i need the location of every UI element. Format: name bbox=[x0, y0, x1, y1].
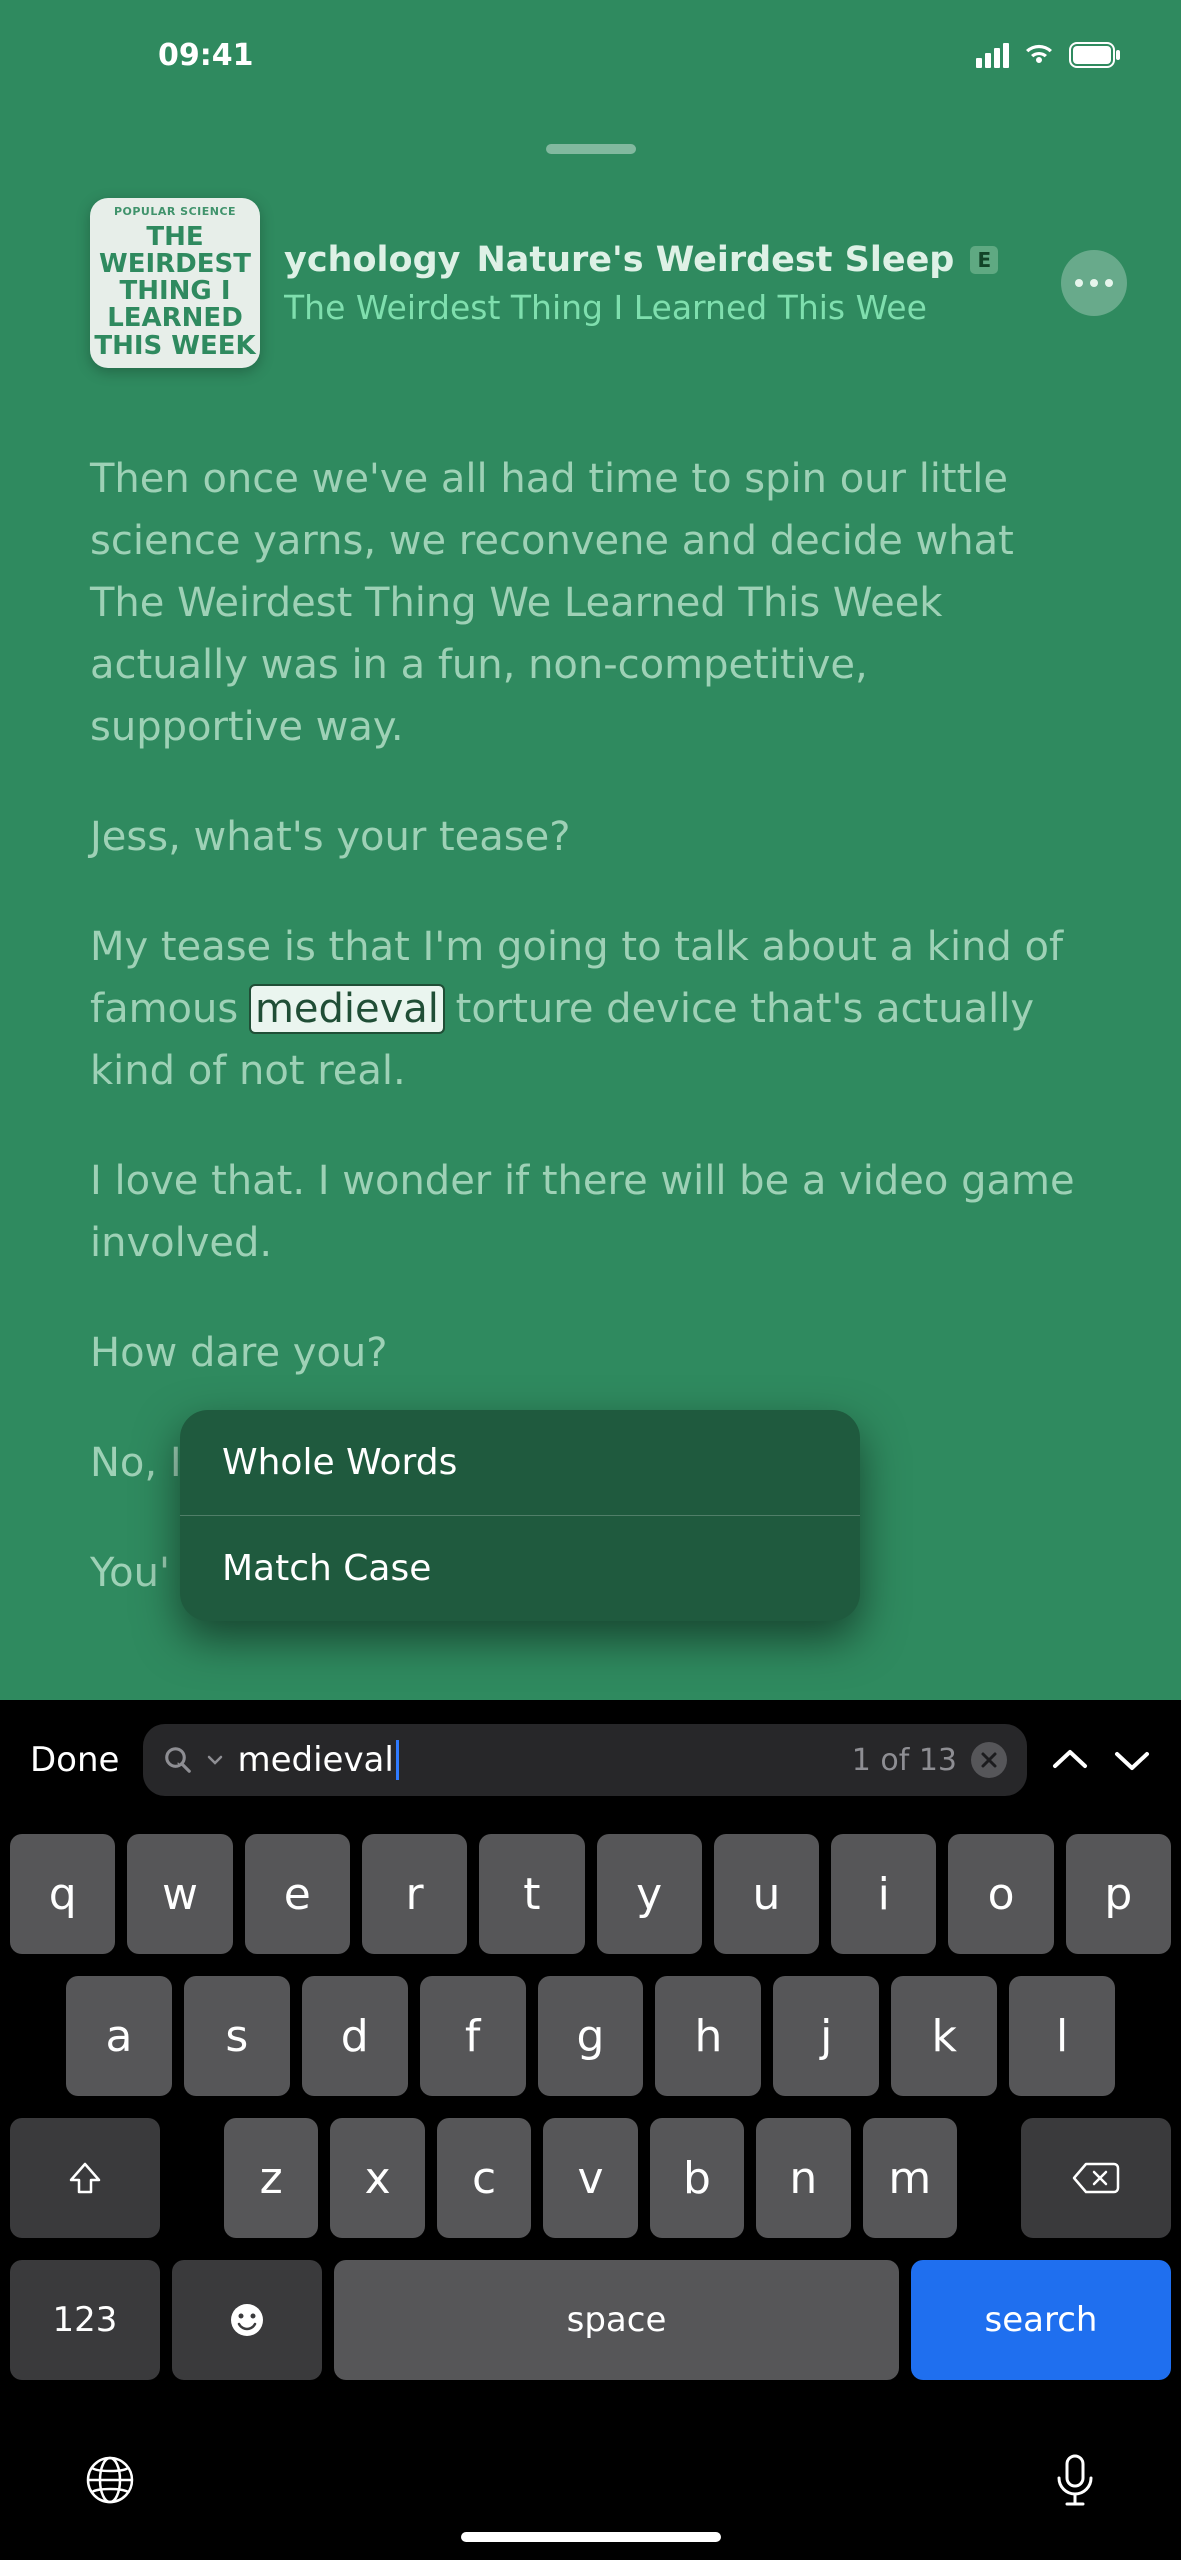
match-case-option[interactable]: Match Case bbox=[180, 1516, 860, 1621]
status-bar: 09:41 bbox=[0, 0, 1181, 110]
find-bar: Done medieval 1 of 13 bbox=[0, 1700, 1181, 1820]
next-match-button[interactable] bbox=[1113, 1746, 1151, 1774]
key-d[interactable]: d bbox=[302, 1976, 408, 2096]
sheet-grabber[interactable] bbox=[546, 144, 636, 154]
transcript-paragraph[interactable]: Then once we've all had time to spin our… bbox=[90, 448, 1091, 758]
podcast-artwork[interactable]: POPULAR SCIENCE THE WEIRDEST THING I LEA… bbox=[90, 198, 260, 368]
backspace-key[interactable] bbox=[1021, 2118, 1171, 2238]
artwork-text: THIS WEEK bbox=[94, 333, 255, 360]
text-caret bbox=[396, 1740, 399, 1780]
artwork-text: LEARNED bbox=[107, 305, 243, 332]
dictation-key[interactable] bbox=[1053, 2452, 1097, 2512]
key-b[interactable]: b bbox=[650, 2118, 744, 2238]
transcript-paragraph[interactable]: My tease is that I'm going to talk about… bbox=[90, 916, 1091, 1102]
artwork-text: POPULAR SCIENCE bbox=[114, 206, 236, 218]
artwork-text: WEIRDEST bbox=[99, 251, 251, 278]
key-c[interactable]: c bbox=[437, 2118, 531, 2238]
search-key[interactable]: search bbox=[911, 2260, 1171, 2380]
cellular-signal-icon bbox=[976, 43, 1009, 68]
episode-title-part: Nature's Weirdest Sleep bbox=[476, 240, 954, 280]
prev-match-button[interactable] bbox=[1051, 1746, 1089, 1774]
search-icon[interactable] bbox=[163, 1745, 193, 1775]
keyboard: qwertyuiop asdfghjkl zxcvbnm 123 space s… bbox=[0, 1820, 1181, 2422]
clear-search-button[interactable] bbox=[971, 1742, 1007, 1778]
more-options-button[interactable] bbox=[1061, 250, 1127, 316]
shift-key[interactable] bbox=[10, 2118, 160, 2238]
battery-icon bbox=[1069, 42, 1121, 68]
key-j[interactable]: j bbox=[773, 1976, 879, 2096]
key-h[interactable]: h bbox=[655, 1976, 761, 2096]
done-button[interactable]: Done bbox=[30, 1740, 119, 1780]
key-x[interactable]: x bbox=[330, 2118, 424, 2238]
key-f[interactable]: f bbox=[420, 1976, 526, 2096]
key-r[interactable]: r bbox=[362, 1834, 467, 1954]
key-p[interactable]: p bbox=[1066, 1834, 1171, 1954]
explicit-badge: E bbox=[970, 246, 998, 274]
key-o[interactable]: o bbox=[948, 1834, 1053, 1954]
chevron-down-icon[interactable] bbox=[207, 1751, 223, 1770]
whole-words-option[interactable]: Whole Words bbox=[180, 1410, 860, 1515]
key-a[interactable]: a bbox=[66, 1976, 172, 2096]
key-v[interactable]: v bbox=[543, 2118, 637, 2238]
key-e[interactable]: e bbox=[245, 1834, 350, 1954]
key-s[interactable]: s bbox=[184, 1976, 290, 2096]
match-count: 1 of 13 bbox=[852, 1743, 957, 1778]
search-query-text: medieval bbox=[237, 1740, 393, 1780]
search-input[interactable]: medieval bbox=[237, 1740, 837, 1780]
episode-header: POPULAR SCIENCE THE WEIRDEST THING I LEA… bbox=[0, 154, 1181, 368]
episode-title-part: ychology bbox=[284, 240, 460, 280]
key-m[interactable]: m bbox=[863, 2118, 957, 2238]
status-icons bbox=[976, 42, 1121, 68]
podcast-name[interactable]: The Weirdest Thing I Learned This Wee bbox=[284, 288, 1037, 327]
key-z[interactable]: z bbox=[224, 2118, 318, 2238]
search-field[interactable]: medieval 1 of 13 bbox=[143, 1724, 1027, 1796]
key-w[interactable]: w bbox=[127, 1834, 232, 1954]
transcript-paragraph[interactable]: How dare you? bbox=[90, 1322, 1091, 1384]
key-k[interactable]: k bbox=[891, 1976, 997, 2096]
key-n[interactable]: n bbox=[756, 2118, 850, 2238]
artwork-text: THE bbox=[146, 224, 203, 251]
artwork-text: THING I bbox=[120, 278, 231, 305]
numbers-key[interactable]: 123 bbox=[10, 2260, 160, 2380]
status-time: 09:41 bbox=[158, 38, 254, 73]
search-highlight[interactable]: medieval bbox=[251, 986, 443, 1032]
transcript-paragraph[interactable]: I love that. I wonder if there will be a… bbox=[90, 1150, 1091, 1274]
key-row: asdfghjkl bbox=[10, 1976, 1171, 2096]
key-y[interactable]: y bbox=[597, 1834, 702, 1954]
key-row: qwertyuiop bbox=[10, 1834, 1171, 1954]
key-u[interactable]: u bbox=[714, 1834, 819, 1954]
transcript-paragraph[interactable]: Jess, what's your tease? bbox=[90, 806, 1091, 868]
key-g[interactable]: g bbox=[538, 1976, 644, 2096]
key-row: 123 space search bbox=[10, 2260, 1171, 2380]
emoji-key[interactable] bbox=[172, 2260, 322, 2380]
episode-title: ychology Nature's Weirdest Sleep E bbox=[284, 240, 1037, 280]
key-l[interactable]: l bbox=[1009, 1976, 1115, 2096]
space-key[interactable]: space bbox=[334, 2260, 899, 2380]
key-i[interactable]: i bbox=[831, 1834, 936, 1954]
key-q[interactable]: q bbox=[10, 1834, 115, 1954]
search-options-popover: Whole Words Match Case bbox=[180, 1410, 860, 1621]
key-t[interactable]: t bbox=[479, 1834, 584, 1954]
globe-key[interactable] bbox=[84, 2454, 136, 2510]
home-indicator[interactable] bbox=[0, 2522, 1181, 2560]
key-row: zxcvbnm bbox=[10, 2118, 1171, 2238]
wifi-icon bbox=[1023, 43, 1055, 67]
keyboard-toolbar bbox=[0, 2422, 1181, 2522]
